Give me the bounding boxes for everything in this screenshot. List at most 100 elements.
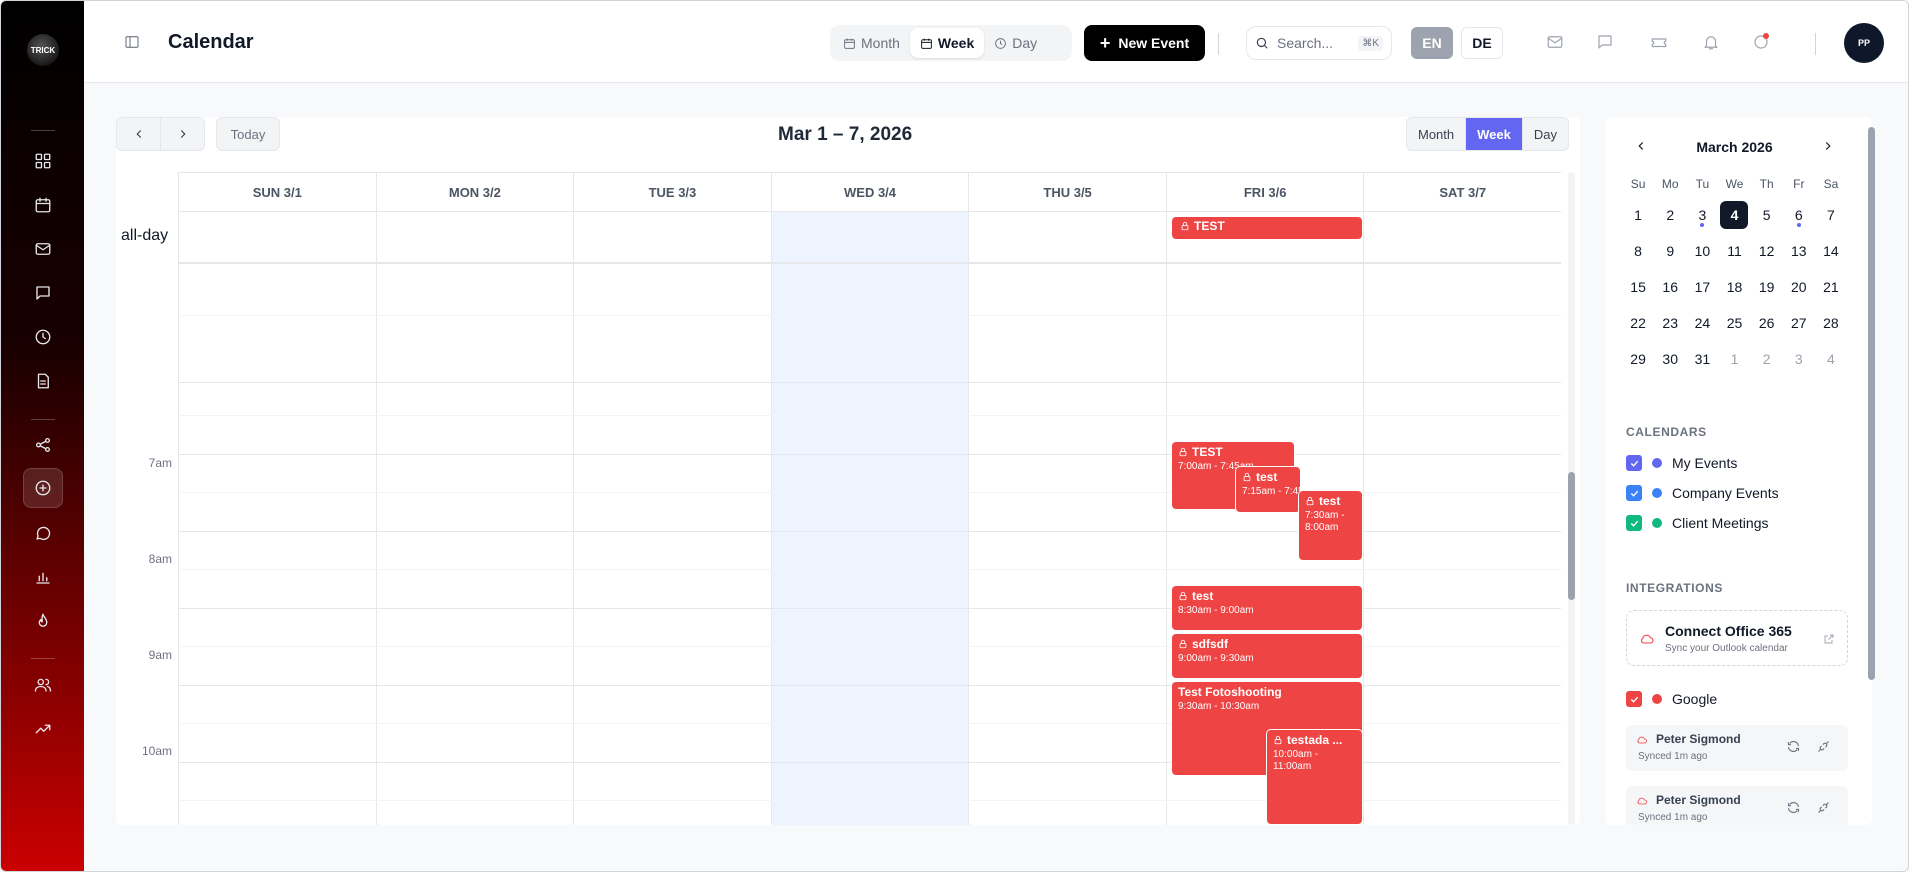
cal-view-day-button[interactable]: Day — [1521, 118, 1568, 150]
calendar-toggle-my-events[interactable]: My Events — [1626, 453, 1737, 473]
mini-calendar-day[interactable]: 12 — [1751, 233, 1783, 269]
sidebar-item-calendar[interactable] — [23, 185, 63, 225]
day-column[interactable] — [573, 212, 771, 825]
mini-calendar-day[interactable]: 13 — [1783, 233, 1815, 269]
mini-calendar-day[interactable]: 29 — [1622, 341, 1654, 377]
mini-calendar-day[interactable]: 26 — [1751, 305, 1783, 341]
sidebar-item-hot[interactable] — [23, 601, 63, 641]
mini-calendar-day[interactable]: 24 — [1686, 305, 1718, 341]
all-day-event[interactable]: TEST — [1172, 217, 1362, 239]
calendar-scrollbar[interactable] — [1568, 172, 1575, 825]
checkbox[interactable] — [1626, 455, 1642, 471]
view-month-button[interactable]: Month — [833, 28, 910, 58]
calendar-toggle-client-meetings[interactable]: Client Meetings — [1626, 513, 1769, 533]
mini-calendar-day[interactable]: 22 — [1622, 305, 1654, 341]
mini-calendar-day[interactable]: 15 — [1622, 269, 1654, 305]
sidebar-item-users[interactable] — [23, 665, 63, 705]
calendar-event[interactable]: test 7:30am - 8:00am — [1299, 491, 1362, 560]
google-calendar-toggle[interactable]: Google — [1626, 689, 1717, 709]
sidebar-toggle-button[interactable] — [124, 34, 140, 50]
app-logo[interactable]: TRICK — [27, 34, 59, 66]
mini-calendar-day[interactable]: 4 — [1718, 197, 1750, 233]
sync-button[interactable] — [1786, 739, 1802, 755]
calendar-event[interactable]: test 8:30am - 9:00am — [1172, 586, 1362, 630]
sidebar-item-trends[interactable] — [23, 709, 63, 749]
mini-calendar-day[interactable]: 2 — [1751, 341, 1783, 377]
lang-de-button[interactable]: DE — [1461, 27, 1503, 59]
mini-calendar-day[interactable]: 19 — [1751, 269, 1783, 305]
mini-calendar-day[interactable]: 23 — [1654, 305, 1686, 341]
mini-calendar-day[interactable]: 4 — [1815, 341, 1847, 377]
mini-calendar-day[interactable]: 10 — [1686, 233, 1718, 269]
view-week-button[interactable]: Week — [909, 28, 985, 58]
sidebar-item-time[interactable] — [23, 317, 63, 357]
user-avatar[interactable]: PP — [1844, 23, 1884, 63]
mini-calendar-day[interactable]: 20 — [1783, 269, 1815, 305]
checkbox[interactable] — [1626, 691, 1642, 707]
sidebar-item-chat[interactable] — [23, 513, 63, 553]
scrollbar-thumb[interactable] — [1568, 472, 1575, 600]
mini-calendar-day[interactable]: 1 — [1622, 197, 1654, 233]
mini-calendar-day[interactable]: 6 — [1783, 197, 1815, 233]
sidebar-item-create[interactable] — [23, 468, 63, 508]
day-column[interactable] — [375, 212, 574, 825]
sidebar-item-reports[interactable] — [23, 557, 63, 597]
mini-next-month-button[interactable] — [1821, 139, 1835, 153]
sidebar-item-documents[interactable] — [23, 361, 63, 401]
mini-calendar-day[interactable]: 27 — [1783, 305, 1815, 341]
connect-office365-button[interactable]: Connect Office 365 Sync your Outlook cal… — [1626, 610, 1848, 666]
mini-calendar-day[interactable]: 3 — [1686, 197, 1718, 233]
mini-calendar-day[interactable]: 8 — [1622, 233, 1654, 269]
sidebar-item-messages[interactable] — [23, 273, 63, 313]
mini-calendar-day[interactable]: 3 — [1783, 341, 1815, 377]
sidebar-item-mail[interactable] — [23, 229, 63, 269]
right-panel-scrollbar[interactable] — [1868, 127, 1875, 680]
sidebar-item-share[interactable] — [23, 425, 63, 465]
mini-calendar-day[interactable]: 7 — [1815, 197, 1847, 233]
mini-calendar-day[interactable]: 17 — [1686, 269, 1718, 305]
mini-calendar-day[interactable]: 5 — [1751, 197, 1783, 233]
calendar-event[interactable]: sdfsdf 9:00am - 9:30am — [1172, 634, 1362, 678]
calendar-event[interactable]: testada ... 10:00am - 11:00am — [1267, 730, 1362, 824]
mini-calendar-day[interactable]: 2 — [1654, 197, 1686, 233]
checkbox[interactable] — [1626, 485, 1642, 501]
sync-button[interactable] — [1786, 800, 1802, 816]
mini-calendar-day[interactable]: 16 — [1654, 269, 1686, 305]
search-input[interactable]: Search... ⌘K — [1246, 26, 1392, 60]
messages-button[interactable] — [1596, 33, 1616, 53]
calendar-toggle-company-events[interactable]: Company Events — [1626, 483, 1779, 503]
mini-calendar-day[interactable]: 21 — [1815, 269, 1847, 305]
cal-view-week-button[interactable]: Week — [1465, 118, 1522, 150]
day-column[interactable] — [968, 212, 1166, 825]
tickets-button[interactable] — [1650, 33, 1670, 53]
sidebar-item-dashboard[interactable] — [23, 141, 63, 181]
view-day-button[interactable]: Day — [984, 28, 1047, 58]
mini-calendar-day[interactable]: 25 — [1718, 305, 1750, 341]
new-event-button[interactable]: + New Event — [1084, 25, 1205, 61]
day-column[interactable] — [1363, 212, 1561, 825]
mail-button[interactable] — [1546, 33, 1566, 53]
prev-week-button[interactable] — [117, 118, 160, 150]
mini-calendar-day[interactable]: 14 — [1815, 233, 1847, 269]
day-column[interactable] — [178, 212, 376, 825]
mini-calendar-day[interactable]: 1 — [1718, 341, 1750, 377]
day-number: 15 — [1630, 279, 1646, 295]
next-week-button[interactable] — [160, 118, 204, 150]
disconnect-button[interactable] — [1816, 800, 1832, 816]
mini-calendar-day[interactable]: 28 — [1815, 305, 1847, 341]
notifications-button[interactable] — [1702, 33, 1722, 53]
calendar-event[interactable]: test 7:15am - 7:45am — [1236, 467, 1300, 512]
status-button[interactable] — [1752, 33, 1772, 53]
mini-calendar-day[interactable]: 31 — [1686, 341, 1718, 377]
lang-en-button[interactable]: EN — [1411, 27, 1453, 59]
today-button[interactable]: Today — [216, 117, 280, 151]
mini-calendar-day[interactable]: 18 — [1718, 269, 1750, 305]
mini-calendar-day[interactable]: 11 — [1718, 233, 1750, 269]
day-number: 20 — [1790, 279, 1807, 295]
disconnect-button[interactable] — [1816, 739, 1832, 755]
day-column-today[interactable] — [770, 212, 969, 825]
mini-calendar-day[interactable]: 9 — [1654, 233, 1686, 269]
checkbox[interactable] — [1626, 515, 1642, 531]
mini-calendar-day[interactable]: 30 — [1654, 341, 1686, 377]
cal-view-month-button[interactable]: Month — [1407, 118, 1465, 150]
